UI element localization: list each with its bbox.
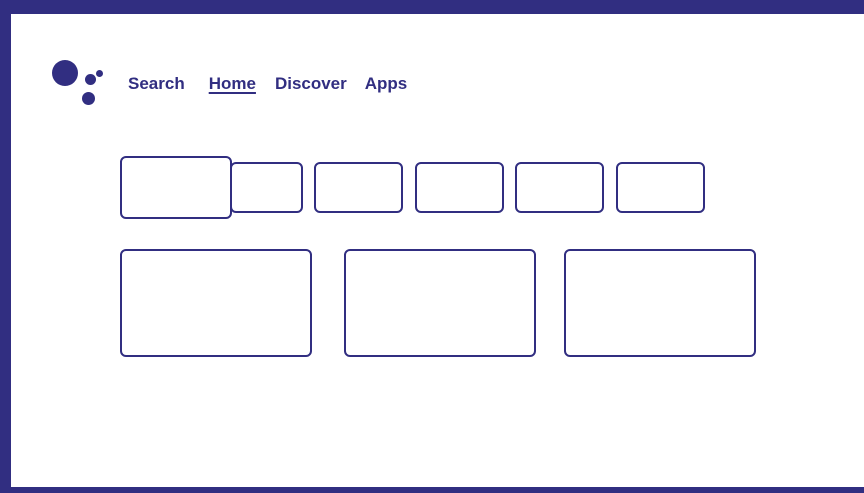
google-assistant-icon[interactable] [52,60,104,108]
nav-apps[interactable]: Apps [365,74,408,94]
top-row-card-3[interactable] [314,162,403,213]
top-row-card-5[interactable] [515,162,604,213]
bottom-row-card-2[interactable] [344,249,536,357]
assistant-dot-small [96,70,103,77]
nav-home[interactable]: Home [209,74,256,94]
nav-discover[interactable]: Discover [275,74,347,94]
top-row-card-1[interactable] [120,156,232,219]
bottom-row-card-1[interactable] [120,249,312,357]
assistant-dot-bottom [82,92,95,105]
top-row-card-4[interactable] [415,162,504,213]
bottom-row-card-3[interactable] [564,249,756,357]
top-navigation: Search Home Discover Apps [128,74,427,98]
assistant-dot-large [52,60,78,86]
nav-search[interactable]: Search [128,74,185,94]
top-row-card-2[interactable] [230,162,303,213]
top-row-card-6[interactable] [616,162,705,213]
assistant-dot-right [85,74,96,85]
